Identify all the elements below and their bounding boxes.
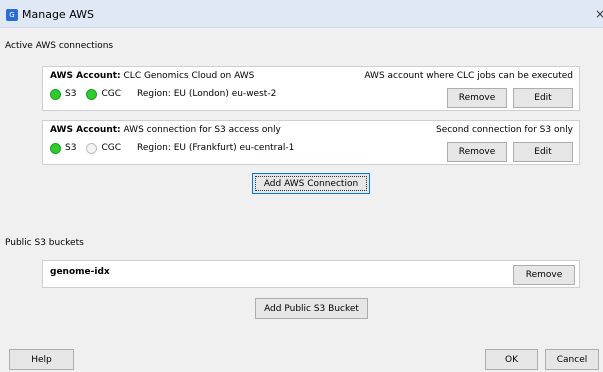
s3-bucket-row: genome-idx Remove xyxy=(42,260,580,288)
account-description: Second connection for S3 only xyxy=(435,125,573,135)
remove-bucket-button[interactable]: Remove xyxy=(513,265,575,285)
s3-label: S3 xyxy=(65,89,77,99)
region-label: Region: EU (Frankfurt) eu-central-1 xyxy=(137,143,295,153)
s3-status-icon xyxy=(50,88,61,100)
bucket-name: genome-idx xyxy=(50,267,110,277)
cgc-status-icon xyxy=(86,142,98,154)
account-label: AWS Account: xyxy=(50,125,121,135)
help-button[interactable]: Help xyxy=(9,349,74,370)
cgc-label: CGC xyxy=(101,143,121,153)
remove-button[interactable]: Remove xyxy=(447,88,507,108)
edit-button[interactable]: Edit xyxy=(513,142,573,162)
s3-label: S3 xyxy=(65,143,77,153)
s3-status-icon xyxy=(50,142,61,154)
account-title: AWS Account: AWS connection for S3 acces… xyxy=(50,125,281,135)
account-title: AWS Account: CLC Genomics Cloud on AWS xyxy=(50,71,254,81)
cgc-status-icon xyxy=(86,88,98,100)
edit-button[interactable]: Edit xyxy=(513,88,573,108)
cgc-label: CGC xyxy=(101,89,121,99)
window-title: Manage AWS xyxy=(22,8,94,21)
clc-app-icon: G xyxy=(6,9,18,21)
aws-account-panel: AWS Account: CLC Genomics Cloud on AWS A… xyxy=(42,66,580,111)
account-name: CLC Genomics Cloud on AWS xyxy=(123,71,255,81)
region-label: Region: EU (London) eu-west-2 xyxy=(137,89,277,99)
cancel-button[interactable]: Cancel xyxy=(545,349,599,370)
remove-button[interactable]: Remove xyxy=(447,142,507,162)
public-s3-buckets-label: Public S3 buckets xyxy=(5,238,84,248)
aws-account-panel: AWS Account: AWS connection for S3 acces… xyxy=(42,120,580,165)
close-icon[interactable]: × xyxy=(595,7,603,21)
status-row: S3 CGC Region: EU (London) eu-west-2 xyxy=(50,87,276,101)
status-row: S3 CGC Region: EU (Frankfurt) eu-central… xyxy=(50,141,294,155)
ok-button[interactable]: OK xyxy=(485,349,538,370)
account-name: AWS connection for S3 access only xyxy=(123,125,281,135)
account-label: AWS Account: xyxy=(50,71,121,81)
account-description: AWS account where CLC jobs can be execut… xyxy=(364,71,573,81)
add-public-s3-bucket-button[interactable]: Add Public S3 Bucket xyxy=(255,298,368,319)
title-bar: G Manage AWS × xyxy=(0,0,603,28)
add-aws-connection-button[interactable]: Add AWS Connection xyxy=(252,173,370,194)
active-connections-label: Active AWS connections xyxy=(5,41,114,51)
